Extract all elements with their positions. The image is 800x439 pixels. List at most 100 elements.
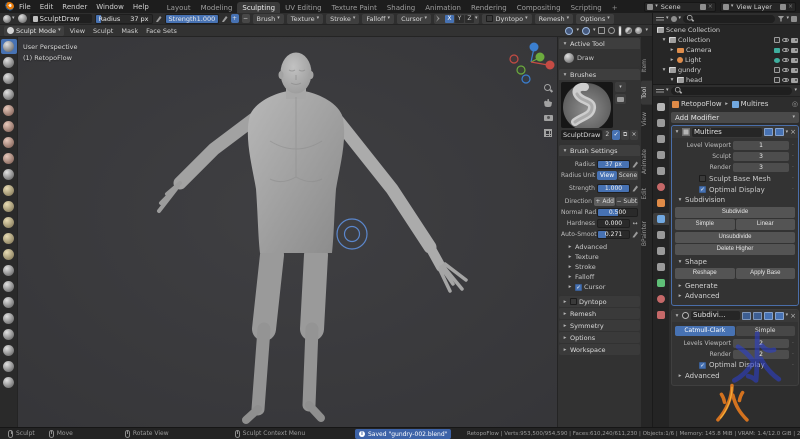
sidebar-tab-tool[interactable]: Tool [641,81,652,105]
disable-render-icon[interactable] [791,38,798,43]
properties-tab-scene[interactable] [653,165,669,177]
dyntopo-menu[interactable]: Dyntopo ▾ [482,14,531,24]
optimal-display-checkbox[interactable]: ✓ [699,362,706,369]
sidebar-tab-bpainter[interactable]: BPainter [641,215,652,252]
menu-view[interactable]: View [68,27,87,35]
multires-modifier-header[interactable]: ▾ Multires ▾ × [672,126,798,138]
close-icon[interactable]: × [708,3,713,10]
strength-slider[interactable]: 1.000 [597,184,630,193]
strength-slider[interactable]: Strength 1.000 [165,14,219,24]
catmull-clark-button[interactable]: Catmull-Clark [675,326,735,336]
sculpt-brush-tool-16[interactable] [1,295,17,310]
edit-mode-toggle[interactable] [753,312,762,320]
texture-subsection[interactable]: ▸Texture [561,252,638,262]
brushes-panel-header[interactable]: ▾ Brushes [559,69,640,80]
close-icon[interactable]: × [630,130,638,140]
sculpt-brush-tool-15[interactable] [1,279,17,294]
outliner-row-scene-collection[interactable]: Scene Collection [653,25,800,35]
render-level-field[interactable]: 3 [733,163,789,172]
sculpt-level-field[interactable]: 3 [733,152,789,161]
properties-tab-tool[interactable] [653,101,669,113]
outliner-row-gundry[interactable]: ▾ gundry [653,65,800,75]
tab-sculpting[interactable]: Sculpting [237,2,280,13]
sculpt-brush-tool-3[interactable] [1,87,17,102]
duplicate-icon[interactable]: ⧉ [621,130,629,140]
subdivide-linear-button[interactable]: Linear [736,219,796,230]
users-count-button[interactable]: 2 [603,130,611,140]
advanced-subpanel-header[interactable]: ▸ Advanced [675,291,795,301]
display-mode-icon[interactable] [656,16,664,22]
sculpt-brush-tool-17[interactable] [1,311,17,326]
dyntopo-checkbox[interactable] [486,15,493,22]
sculpt-brush-tool-10[interactable] [1,199,17,214]
levels-viewport-field[interactable]: 2 [733,339,789,348]
sculpt-brush-tool-19[interactable] [1,343,17,358]
sculpt-brush-tool-0[interactable] [1,39,17,54]
animate-property-icon[interactable] [632,231,638,238]
tab-texture-paint[interactable]: Texture Paint [327,2,382,13]
symmetry-z-toggle[interactable]: Z [465,15,474,23]
disable-render-icon[interactable] [791,78,798,83]
simple-button[interactable]: Simple [736,326,796,336]
expand-icon[interactable]: ▸ [669,47,675,53]
advanced-subpanel-header[interactable]: ▸ Advanced [675,371,795,381]
cursor-checkbox[interactable]: ✓ [575,284,582,291]
show-render-toggle[interactable] [775,128,784,136]
brush-menu[interactable]: Brush▾ [253,14,284,24]
sidebar-tab-view[interactable]: View [641,106,652,132]
hide-eye-icon[interactable] [782,68,789,73]
sculpt-brush-tool-13[interactable] [1,247,17,262]
sculpt-brush-tool-6[interactable] [1,135,17,150]
expand-icon[interactable]: ▾ [661,67,667,73]
generate-subpanel-header[interactable]: ▸ Generate [675,281,795,291]
disable-render-icon[interactable] [791,48,798,53]
brush-preview-icon[interactable] [18,14,27,23]
dyntopo-checkbox[interactable] [570,298,577,305]
link-arrows-icon[interactable]: ↔ [632,220,638,227]
perspective-toggle-button[interactable] [542,127,554,139]
brush-preview-thumbnail[interactable] [561,82,613,128]
cursor-subsection[interactable]: ▸✓Cursor [561,282,638,292]
blender-logo-icon[interactable] [4,2,14,11]
sidebar-tab-edit[interactable]: Edit [641,182,652,206]
show-overlays-toggle[interactable] [582,27,590,35]
radius-unit-view-button[interactable]: View [597,171,617,180]
sculpt-brush-tool-8[interactable] [1,167,17,182]
disable-render-icon[interactable] [791,58,798,63]
radius-unit-scene-button[interactable]: Scene [618,171,638,180]
show-gizmo-toggle[interactable] [565,27,573,35]
tab-rendering[interactable]: Rendering [466,2,512,13]
delete-higher-button[interactable]: Delete Higher [675,244,795,255]
properties-tab-render[interactable] [653,117,669,129]
zoom-button[interactable] [542,82,554,94]
menu-sculpt[interactable]: Sculpt [91,27,115,35]
properties-search-input[interactable] [671,87,793,95]
sculpt-brush-tool-14[interactable] [1,263,17,278]
falloff-menu[interactable]: Falloff▾ [362,14,394,24]
brush-image-button[interactable] [615,94,626,104]
extras-menu-icon[interactable]: ▾ [786,313,789,318]
sculpt-brush-tool-18[interactable] [1,327,17,342]
animate-property-icon[interactable] [632,185,638,192]
sculpt-brush-tool-1[interactable] [1,55,17,70]
close-icon[interactable]: × [788,3,793,10]
brush-datablock-dropdown[interactable]: ▾ [3,15,15,23]
remesh-panel-header[interactable]: ▸Remesh [559,308,640,319]
brush-select-dropdown[interactable]: ▾ [615,82,626,92]
viewport-3d[interactable]: User Perspective (1) RetopoFlow [18,37,557,427]
advanced-subsection[interactable]: ▸Advanced [561,242,638,252]
animate-property-icon[interactable] [632,161,638,168]
sculpt-brush-tool-11[interactable] [1,215,17,230]
pan-button[interactable] [542,97,554,109]
hide-eye-icon[interactable] [782,48,789,53]
menu-window[interactable]: Window [92,3,128,11]
shading-material-button[interactable] [625,27,632,34]
sculpt-brush-tool-21[interactable] [1,375,17,390]
extras-menu-icon[interactable]: ▾ [786,130,789,135]
filter-object-icon[interactable] [671,16,677,22]
on-cage-toggle[interactable] [742,312,751,320]
menu-mask[interactable]: Mask [119,27,140,35]
tab-modeling[interactable]: Modeling [196,2,238,13]
sculpt-brush-tool-2[interactable] [1,71,17,86]
breadcrumb-object[interactable]: RetopoFlow [681,100,722,108]
